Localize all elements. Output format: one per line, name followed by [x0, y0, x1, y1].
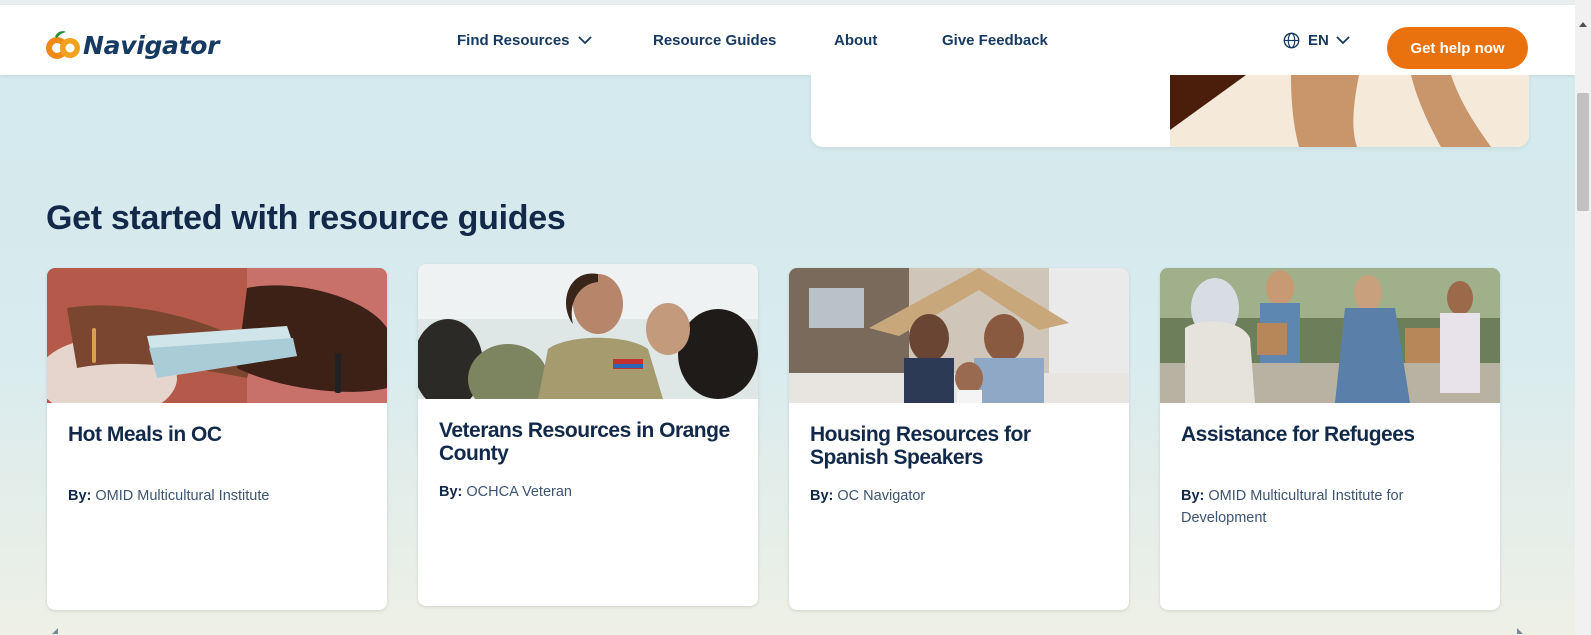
nav-about[interactable]: About [834, 5, 877, 75]
card-by-label: By: [439, 484, 463, 500]
card-image [1160, 268, 1500, 403]
nav-find-resources[interactable]: Find Resources [457, 5, 592, 75]
scroll-up-arrow-icon[interactable] [1579, 22, 1587, 27]
globe-icon [1283, 32, 1300, 48]
guide-card[interactable]: Hot Meals in OC By: OMID Multicultural I… [47, 268, 387, 610]
guide-card[interactable]: Housing Resources for Spanish Speakers B… [789, 268, 1129, 610]
site-header: Navigator Find Resources Resource Guides… [0, 5, 1575, 75]
card-author-name: OC Navigator [837, 488, 926, 504]
card-title: Assistance for Refugees [1181, 423, 1415, 446]
card-image [418, 264, 758, 399]
card-title: Hot Meals in OC [68, 423, 222, 446]
chevron-down-icon [1336, 35, 1350, 44]
section-title: Get started with resource guides [46, 199, 566, 237]
card-author-name: OCHCA Veteran [466, 484, 572, 500]
vertical-scrollbar[interactable] [1575, 0, 1591, 635]
card-author: By: OC Navigator [810, 485, 1110, 507]
guide-card[interactable]: Assistance for Refugees By: OMID Multicu… [1160, 268, 1500, 610]
scroll-thumb[interactable] [1577, 93, 1589, 211]
guide-card[interactable]: Veterans Resources in Orange County By: … [418, 264, 758, 606]
logo-oranges-icon [46, 31, 80, 59]
card-author: By: OCHCA Veteran [439, 481, 739, 503]
nav-give-feedback[interactable]: Give Feedback [942, 5, 1048, 75]
language-selector[interactable]: EN [1283, 5, 1350, 75]
nav-about-label: About [834, 31, 878, 49]
card-author: By: OMID Multicultural Institute [68, 485, 368, 507]
card-title: Veterans Resources in Orange County [439, 419, 730, 465]
nav-resource-guides-label: Resource Guides [653, 31, 777, 49]
hero-illustration [1170, 75, 1529, 147]
logo-text: Navigator [83, 30, 220, 60]
carousel-scroll-indicator [52, 628, 1523, 634]
language-label: EN [1308, 31, 1329, 49]
nav-find-resources-label: Find Resources [457, 31, 570, 49]
card-author: By: OMID Multicultural Institute for Dev… [1181, 485, 1481, 529]
hero-card [811, 75, 1529, 147]
card-by-label: By: [810, 488, 834, 504]
card-by-label: By: [68, 488, 92, 504]
card-by-label: By: [1181, 488, 1205, 504]
site-logo[interactable]: Navigator [45, 25, 219, 65]
card-image [789, 268, 1129, 403]
chevron-down-icon [577, 35, 592, 44]
nav-resource-guides[interactable]: Resource Guides [653, 5, 776, 75]
card-author-name: OMID Multicultural Institute [95, 488, 270, 504]
card-author-name: OMID Multicultural Institute for Develop… [1181, 488, 1404, 526]
nav-give-feedback-label: Give Feedback [942, 31, 1048, 49]
card-title: Housing Resources for Spanish Speakers [810, 423, 1031, 469]
card-image [47, 268, 387, 403]
get-help-now-button[interactable]: Get help now [1387, 27, 1528, 69]
